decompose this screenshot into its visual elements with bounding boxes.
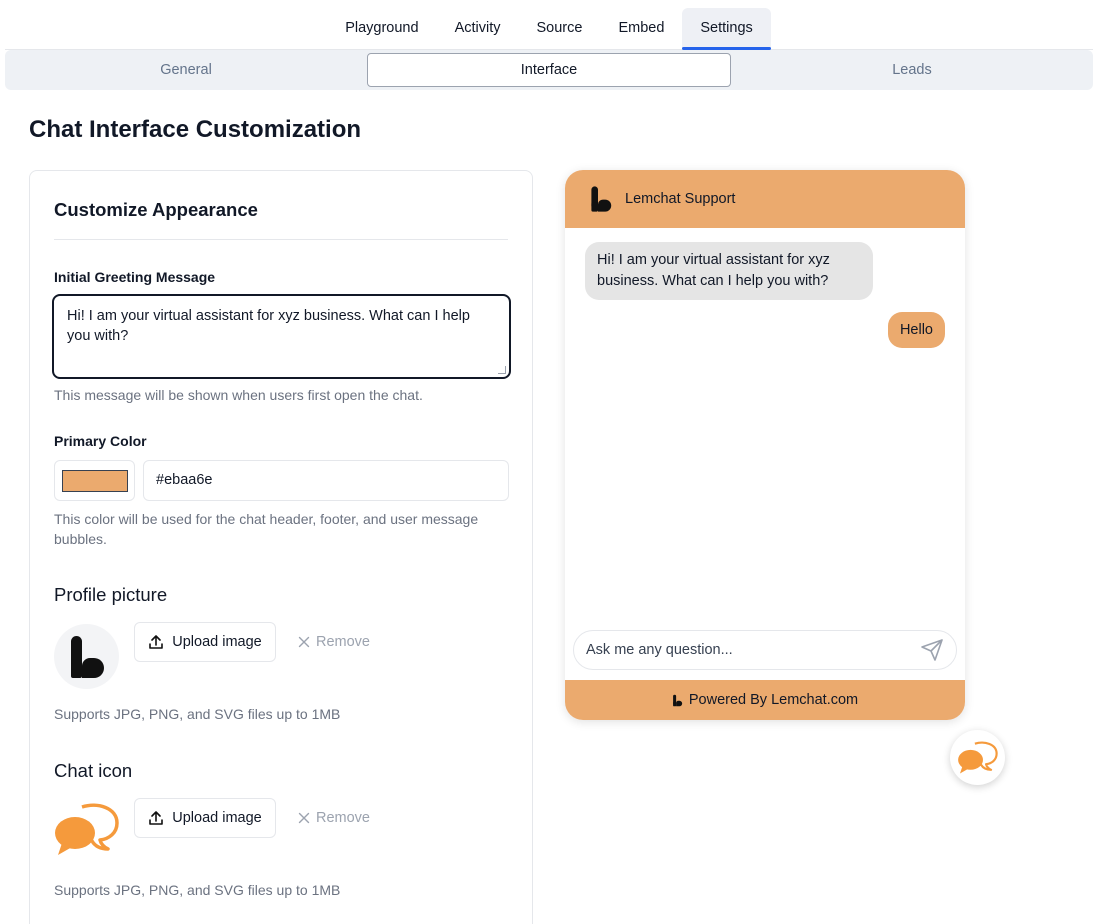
greeting-label: Initial Greeting Message [54, 269, 216, 285]
chat-icon-heading: Chat icon [54, 760, 133, 781]
chat-footer: Powered By Lemchat.com [565, 680, 965, 720]
greeting-help-text: This message will be shown when users fi… [54, 387, 423, 403]
primary-color-help-text: This color will be used for the chat hea… [54, 511, 479, 547]
user-message-bubble: Hello [887, 312, 945, 348]
profile-upload-image-button[interactable]: Upload image [134, 622, 276, 662]
lemchat-logo-icon [70, 635, 104, 678]
profile-picture-avatar [54, 624, 119, 689]
subtab-interface[interactable]: Interface [367, 53, 731, 87]
upload-button-label: Upload image [172, 634, 262, 650]
greeting-message-input[interactable]: Hi! I am your virtual assistant for xyz … [52, 294, 511, 379]
chat-message-input[interactable]: Ask me any question... [573, 630, 957, 670]
tab-activity[interactable]: Activity [437, 8, 519, 48]
chat-icon-help-text: Supports JPG, PNG, and SVG files up to 1… [54, 882, 341, 898]
panel-heading: Customize Appearance [54, 199, 258, 220]
upload-icon [149, 811, 164, 825]
chat-header: Lemchat Support [565, 170, 965, 228]
lemchat-logo-icon [672, 694, 683, 706]
close-icon [298, 812, 310, 824]
color-picker[interactable] [54, 460, 135, 501]
page-title: Chat Interface Customization [29, 116, 362, 143]
customize-appearance-panel: Customize Appearance Initial Greeting Me… [29, 170, 533, 924]
close-icon [298, 636, 310, 648]
profile-remove-button[interactable]: Remove [298, 622, 370, 662]
subtab-general[interactable]: General [5, 52, 367, 88]
resize-handle[interactable] [498, 366, 506, 374]
tab-source[interactable]: Source [518, 8, 600, 48]
tab-settings[interactable]: Settings [682, 8, 772, 50]
chat-icon-preview [54, 801, 120, 861]
tab-playground[interactable]: Playground [327, 8, 436, 48]
profile-picture-help-text: Supports JPG, PNG, and SVG files up to 1… [54, 706, 341, 722]
powered-by-text: Powered By Lemchat.com [688, 692, 859, 708]
chat-icon-upload-image-button[interactable]: Upload image [134, 798, 276, 838]
chat-input-placeholder: Ask me any question... [586, 642, 733, 658]
color-swatch [61, 469, 128, 492]
subtab-leads[interactable]: Leads [731, 52, 1093, 88]
remove-button-label: Remove [316, 634, 370, 650]
settings-sub-tab-bar: General Interface Leads [5, 50, 1093, 90]
divider [54, 239, 508, 240]
send-icon[interactable] [920, 638, 944, 662]
chat-bubbles-icon [957, 741, 998, 774]
top-tab-bar: Playground Activity Source Embed Setting… [5, 8, 1093, 50]
primary-color-input[interactable]: #ebaa6e [143, 460, 509, 501]
chat-header-title: Lemchat Support [625, 191, 736, 207]
primary-color-label: Primary Color [54, 433, 147, 449]
tab-embed[interactable]: Embed [600, 8, 682, 48]
lemchat-logo-icon [591, 186, 612, 212]
profile-picture-heading: Profile picture [54, 584, 168, 605]
chat-preview-window: Lemchat Support Hi! I am your virtual as… [565, 170, 965, 720]
chat-message-area: Hi! I am your virtual assistant for xyz … [565, 228, 965, 680]
chat-icon-remove-button[interactable]: Remove [298, 798, 370, 838]
chat-bubbles-icon [55, 803, 119, 855]
greeting-message-value: Hi! I am your virtual assistant for xyz … [67, 308, 470, 344]
remove-button-label: Remove [316, 810, 370, 826]
chat-launcher-button[interactable] [950, 730, 1005, 785]
upload-button-label: Upload image [172, 810, 262, 826]
upload-icon [149, 635, 164, 649]
bot-message-bubble: Hi! I am your virtual assistant for xyz … [585, 242, 873, 300]
